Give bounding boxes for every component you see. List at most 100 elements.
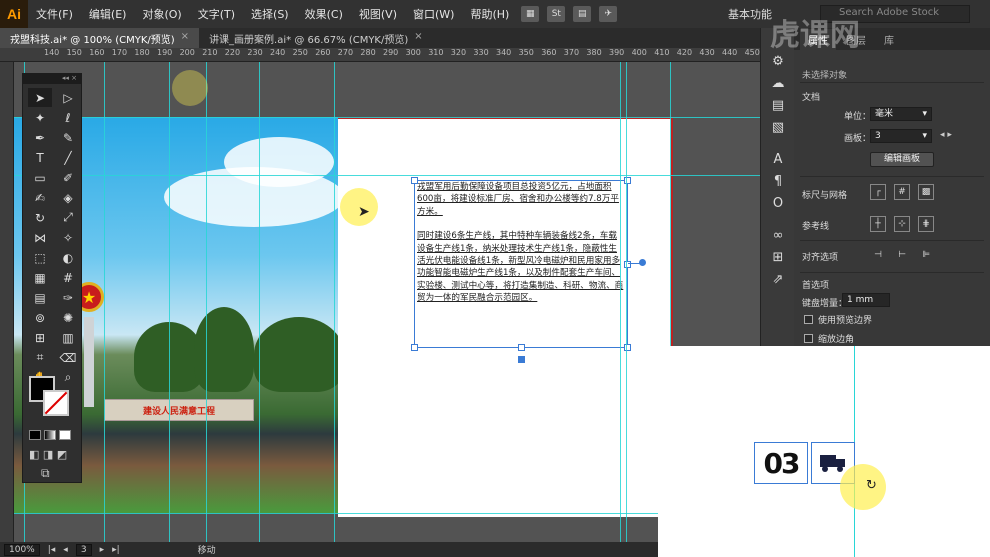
menu-help[interactable]: 帮助(H)	[462, 6, 517, 22]
zoom-level[interactable]: 100%	[4, 543, 40, 556]
paragraph-1[interactable]: 戎盟军用后勤保障设备项目总投资5亿元，占地面积600亩，将建设标准厂房、宿舍和办…	[415, 181, 627, 218]
eyedropper-tool-icon[interactable]: ✑	[56, 288, 80, 307]
canvas[interactable]: ★ 建设人民满意工程 戎盟军用后勤保障设备项目总投资5亿元，占地面积600亩，将…	[14, 62, 760, 542]
type-tool-icon[interactable]: T	[28, 148, 52, 167]
align-to-selection-icon[interactable]: ⊢	[894, 247, 910, 263]
character-icon[interactable]: A	[761, 148, 795, 170]
menu-type[interactable]: 文字(T)	[190, 6, 243, 22]
gradient-button[interactable]	[44, 430, 56, 440]
opentype-icon[interactable]: O	[761, 192, 795, 214]
guide-vertical[interactable]	[169, 62, 170, 542]
selection-tool-icon[interactable]: ➤	[28, 88, 52, 107]
preview-bounds-checkbox[interactable]	[804, 315, 813, 324]
lock-guides-icon[interactable]: ⊹	[894, 216, 910, 232]
menu-effect[interactable]: 效果(C)	[297, 6, 351, 22]
page-number[interactable]: 3	[75, 543, 92, 556]
pen-tool-icon[interactable]: ✒	[28, 128, 52, 147]
text-thread-port[interactable]	[639, 259, 646, 266]
edit-artboards-button[interactable]: 编辑画板	[870, 152, 934, 167]
lasso-tool-icon[interactable]: ℓ	[56, 108, 80, 127]
artboard-select[interactable]: 3 ▾	[870, 129, 932, 143]
panel-collapse[interactable]: ◂◂ ×	[23, 74, 81, 84]
arrange-documents-icon[interactable]: ▤	[573, 6, 592, 22]
free-transform-tool-icon[interactable]: ⬚	[28, 248, 52, 267]
cc-icon[interactable]: ☁	[761, 72, 795, 94]
guide-horizontal[interactable]	[14, 513, 760, 514]
first-page-icon[interactable]: |◂	[48, 545, 56, 555]
curvature-tool-icon[interactable]: ✎	[56, 128, 80, 147]
guide-vertical[interactable]	[620, 62, 621, 542]
gradient-tool-icon[interactable]: ▤	[28, 288, 52, 307]
menu-window[interactable]: 窗口(W)	[405, 6, 462, 22]
scale-tool-icon[interactable]: ⤢	[56, 208, 80, 227]
bridge-icon[interactable]: ▦	[521, 6, 540, 22]
menu-file[interactable]: 文件(F)	[28, 6, 81, 22]
artboard-tool-icon[interactable]: ⊞	[28, 328, 52, 347]
resize-handle[interactable]	[411, 177, 418, 184]
rectangle-tool-icon[interactable]: ▭	[28, 168, 52, 187]
width-tool-icon[interactable]: ⋈	[28, 228, 52, 247]
gpu-icon[interactable]: ✈	[599, 6, 618, 22]
guide-vertical[interactable]	[259, 62, 260, 542]
guides-toggle-icon[interactable]: ┼	[870, 216, 886, 232]
text-frame[interactable]: 戎盟军用后勤保障设备项目总投资5亿元，占地面积600亩，将建设标准厂房、宿舍和办…	[411, 177, 631, 363]
guide-vertical[interactable]	[334, 62, 335, 542]
screen-mode-icon[interactable]: ⧉	[41, 466, 50, 481]
last-page-icon[interactable]: ▸|	[112, 545, 120, 555]
guide-vertical[interactable]	[206, 62, 207, 542]
blend-tool-icon[interactable]: ⊚	[28, 308, 52, 327]
resize-handle[interactable]	[518, 344, 525, 351]
stroke-swatch[interactable]	[43, 390, 69, 416]
artboards-icon[interactable]: ▤	[761, 94, 795, 116]
links-icon[interactable]: ∞	[761, 224, 795, 246]
paragraph-2[interactable]: 同时建设6条生产线，其中特种车辆装备线2条，车载设备生产线1条，纳米处理技术生产…	[415, 230, 627, 304]
menu-edit[interactable]: 编辑(E)	[81, 6, 135, 22]
units-select[interactable]: 毫米 ▾	[870, 107, 932, 121]
tab-document-1[interactable]: 戎盟科技.ai* @ 100% (CMYK/预览) ×	[0, 28, 200, 48]
draw-mode-icon[interactable]: ◧ ◨ ◩	[29, 448, 67, 461]
perspective-grid-tool-icon[interactable]: ▦	[28, 268, 52, 287]
guide-horizontal[interactable]	[14, 117, 760, 118]
fill-stroke-swatches[interactable]	[29, 376, 75, 422]
slice-tool-icon[interactable]: ⌗	[28, 348, 52, 367]
logo-number[interactable]: 03	[754, 442, 808, 484]
menu-select[interactable]: 选择(S)	[243, 6, 297, 22]
menu-object[interactable]: 对象(O)	[134, 6, 189, 22]
magic-wand-tool-icon[interactable]: ✦	[28, 108, 52, 127]
mesh-tool-icon[interactable]: #	[56, 268, 80, 287]
resize-handle[interactable]	[411, 344, 418, 351]
close-icon[interactable]: ×	[414, 31, 422, 45]
shape-builder-tool-icon[interactable]: ◐	[56, 248, 80, 267]
transparency-grid-icon[interactable]: ▩	[918, 184, 934, 200]
prev-page-icon[interactable]: ◂	[63, 545, 68, 555]
artboard-nav-arrows[interactable]: ◂ ▸	[940, 130, 952, 140]
vertical-ruler[interactable]	[0, 62, 14, 542]
rotate-tool-icon[interactable]: ↻	[28, 208, 52, 227]
guide-vertical[interactable]	[104, 62, 105, 542]
keyboard-increment-input[interactable]: 1 mm	[842, 293, 890, 307]
out-port-handle[interactable]	[518, 356, 525, 363]
scale-corners-checkbox[interactable]	[804, 334, 813, 343]
workspace-switcher[interactable]: 基本功能	[728, 6, 772, 22]
horizontal-ruler[interactable]: 140 150 160 170 180 190 200 210 220 230 240 250 260 2…	[0, 48, 760, 62]
tab-libraries[interactable]: 库	[876, 29, 902, 50]
eraser-tool-2-icon[interactable]: ⌫	[56, 348, 80, 367]
close-icon[interactable]: ×	[181, 31, 189, 45]
eraser-tool-icon[interactable]: ◈	[56, 188, 80, 207]
puppet-warp-tool-icon[interactable]: ✧	[56, 228, 80, 247]
direct-selection-tool-icon[interactable]: ▷	[56, 88, 80, 107]
paintbrush-tool-icon[interactable]: ✐	[56, 168, 80, 187]
symbol-sprayer-tool-icon[interactable]: ✺	[56, 308, 80, 327]
stock-icon[interactable]: St	[547, 6, 566, 22]
align-to-key-icon[interactable]: ⊫	[918, 247, 934, 263]
next-page-icon[interactable]: ▸	[100, 545, 105, 555]
paragraph-icon[interactable]: ¶	[761, 170, 795, 192]
menu-view[interactable]: 视图(V)	[351, 6, 405, 22]
smart-guides-icon[interactable]: ⋕	[918, 216, 934, 232]
guide-vertical[interactable]	[626, 62, 627, 542]
ruler-toggle-icon[interactable]: ┌	[870, 184, 886, 200]
align-to-pixel-icon[interactable]: ⊣	[870, 247, 886, 263]
tab-document-2[interactable]: 讲课_画册案例.ai* @ 66.67% (CMYK/预览) ×	[199, 28, 433, 48]
color-button[interactable]	[29, 430, 41, 440]
column-graph-tool-icon[interactable]: ▥	[56, 328, 80, 347]
